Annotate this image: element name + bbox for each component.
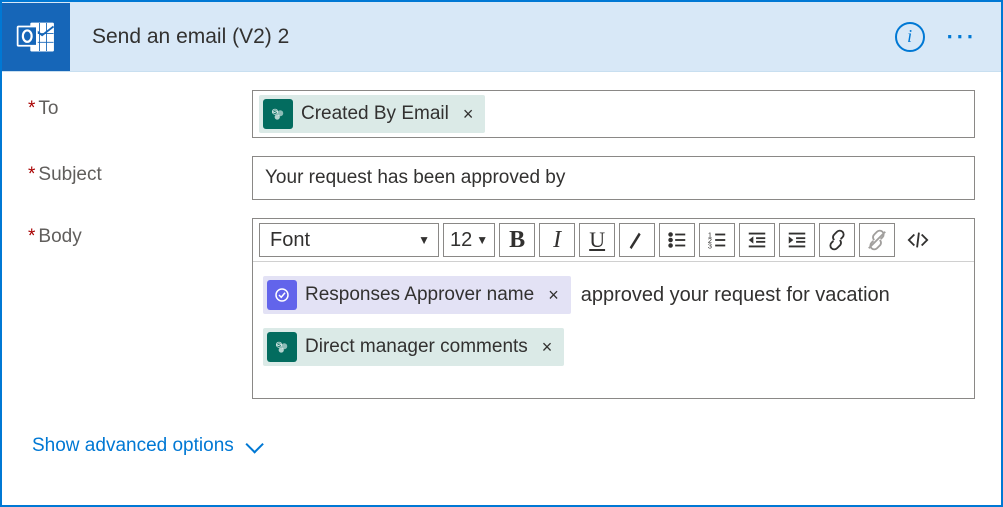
action-card: Send an email (V2) 2 i ∙∙∙ *To S Created… <box>0 0 1003 507</box>
rte: Font ▼ 12 ▼ B I U <box>252 218 975 399</box>
field-body: *Body Font ▼ 12 ▼ B I U <box>28 218 975 399</box>
rte-line-1: Responses Approver name × approved your … <box>263 276 964 314</box>
svg-text:3: 3 <box>708 241 712 250</box>
code-view-button[interactable] <box>899 223 937 257</box>
approval-icon <box>267 280 297 310</box>
link-button[interactable] <box>819 223 855 257</box>
ellipsis-icon[interactable]: ∙∙∙ <box>947 32 977 42</box>
token-label: Responses Approver name <box>305 284 538 306</box>
header-actions: i ∙∙∙ <box>895 22 977 52</box>
font-size-select[interactable]: 12 ▼ <box>443 223 495 257</box>
show-advanced-link[interactable]: Show advanced options <box>32 435 259 457</box>
token-remove-icon[interactable]: × <box>538 285 571 306</box>
font-select[interactable]: Font ▼ <box>259 223 439 257</box>
caret-down-icon: ▼ <box>418 233 430 247</box>
outdent-button[interactable] <box>739 223 775 257</box>
token-approver-name: Responses Approver name × <box>263 276 571 314</box>
svg-text:S: S <box>277 343 281 349</box>
field-to: *To S Created By Email × <box>28 90 975 138</box>
unlink-button[interactable] <box>859 223 895 257</box>
card-header: Send an email (V2) 2 i ∙∙∙ <box>2 2 1001 72</box>
field-body-label: *Body <box>28 218 252 248</box>
token-created-by-email: S Created By Email × <box>259 95 485 133</box>
bullet-list-button[interactable] <box>659 223 695 257</box>
token-label: Direct manager comments <box>305 336 532 358</box>
token-label: Created By Email <box>301 103 453 125</box>
field-to-label: *To <box>28 90 252 120</box>
token-remove-icon[interactable]: × <box>532 337 565 358</box>
bold-button[interactable]: B <box>499 223 535 257</box>
info-icon[interactable]: i <box>895 22 925 52</box>
sharepoint-icon: S <box>267 332 297 362</box>
italic-button[interactable]: I <box>539 223 575 257</box>
card-title: Send an email (V2) 2 <box>92 25 895 49</box>
rte-body[interactable]: Responses Approver name × approved your … <box>253 262 974 398</box>
token-remove-icon[interactable]: × <box>453 104 486 125</box>
underline-button[interactable]: U <box>579 223 615 257</box>
sharepoint-icon: S <box>263 99 293 129</box>
font-color-button[interactable] <box>619 223 655 257</box>
outlook-icon <box>2 3 70 71</box>
subject-text: Your request has been approved by <box>259 167 565 189</box>
rte-line-2: S Direct manager comments × <box>263 328 964 366</box>
token-manager-comments: S Direct manager comments × <box>263 328 564 366</box>
chevron-down-icon <box>245 435 263 453</box>
indent-button[interactable] <box>779 223 815 257</box>
body-text: approved your request for vacation <box>581 284 890 307</box>
caret-down-icon: ▼ <box>476 233 488 247</box>
to-input[interactable]: S Created By Email × <box>252 90 975 138</box>
number-list-button[interactable]: 123 <box>699 223 735 257</box>
field-subject-label: *Subject <box>28 156 252 186</box>
rte-toolbar: Font ▼ 12 ▼ B I U <box>253 219 974 262</box>
subject-input[interactable]: Your request has been approved by <box>252 156 975 200</box>
field-subject: *Subject Your request has been approved … <box>28 156 975 200</box>
svg-text:S: S <box>273 110 277 116</box>
card-body: *To S Created By Email × *Subject Your r… <box>2 72 1001 461</box>
